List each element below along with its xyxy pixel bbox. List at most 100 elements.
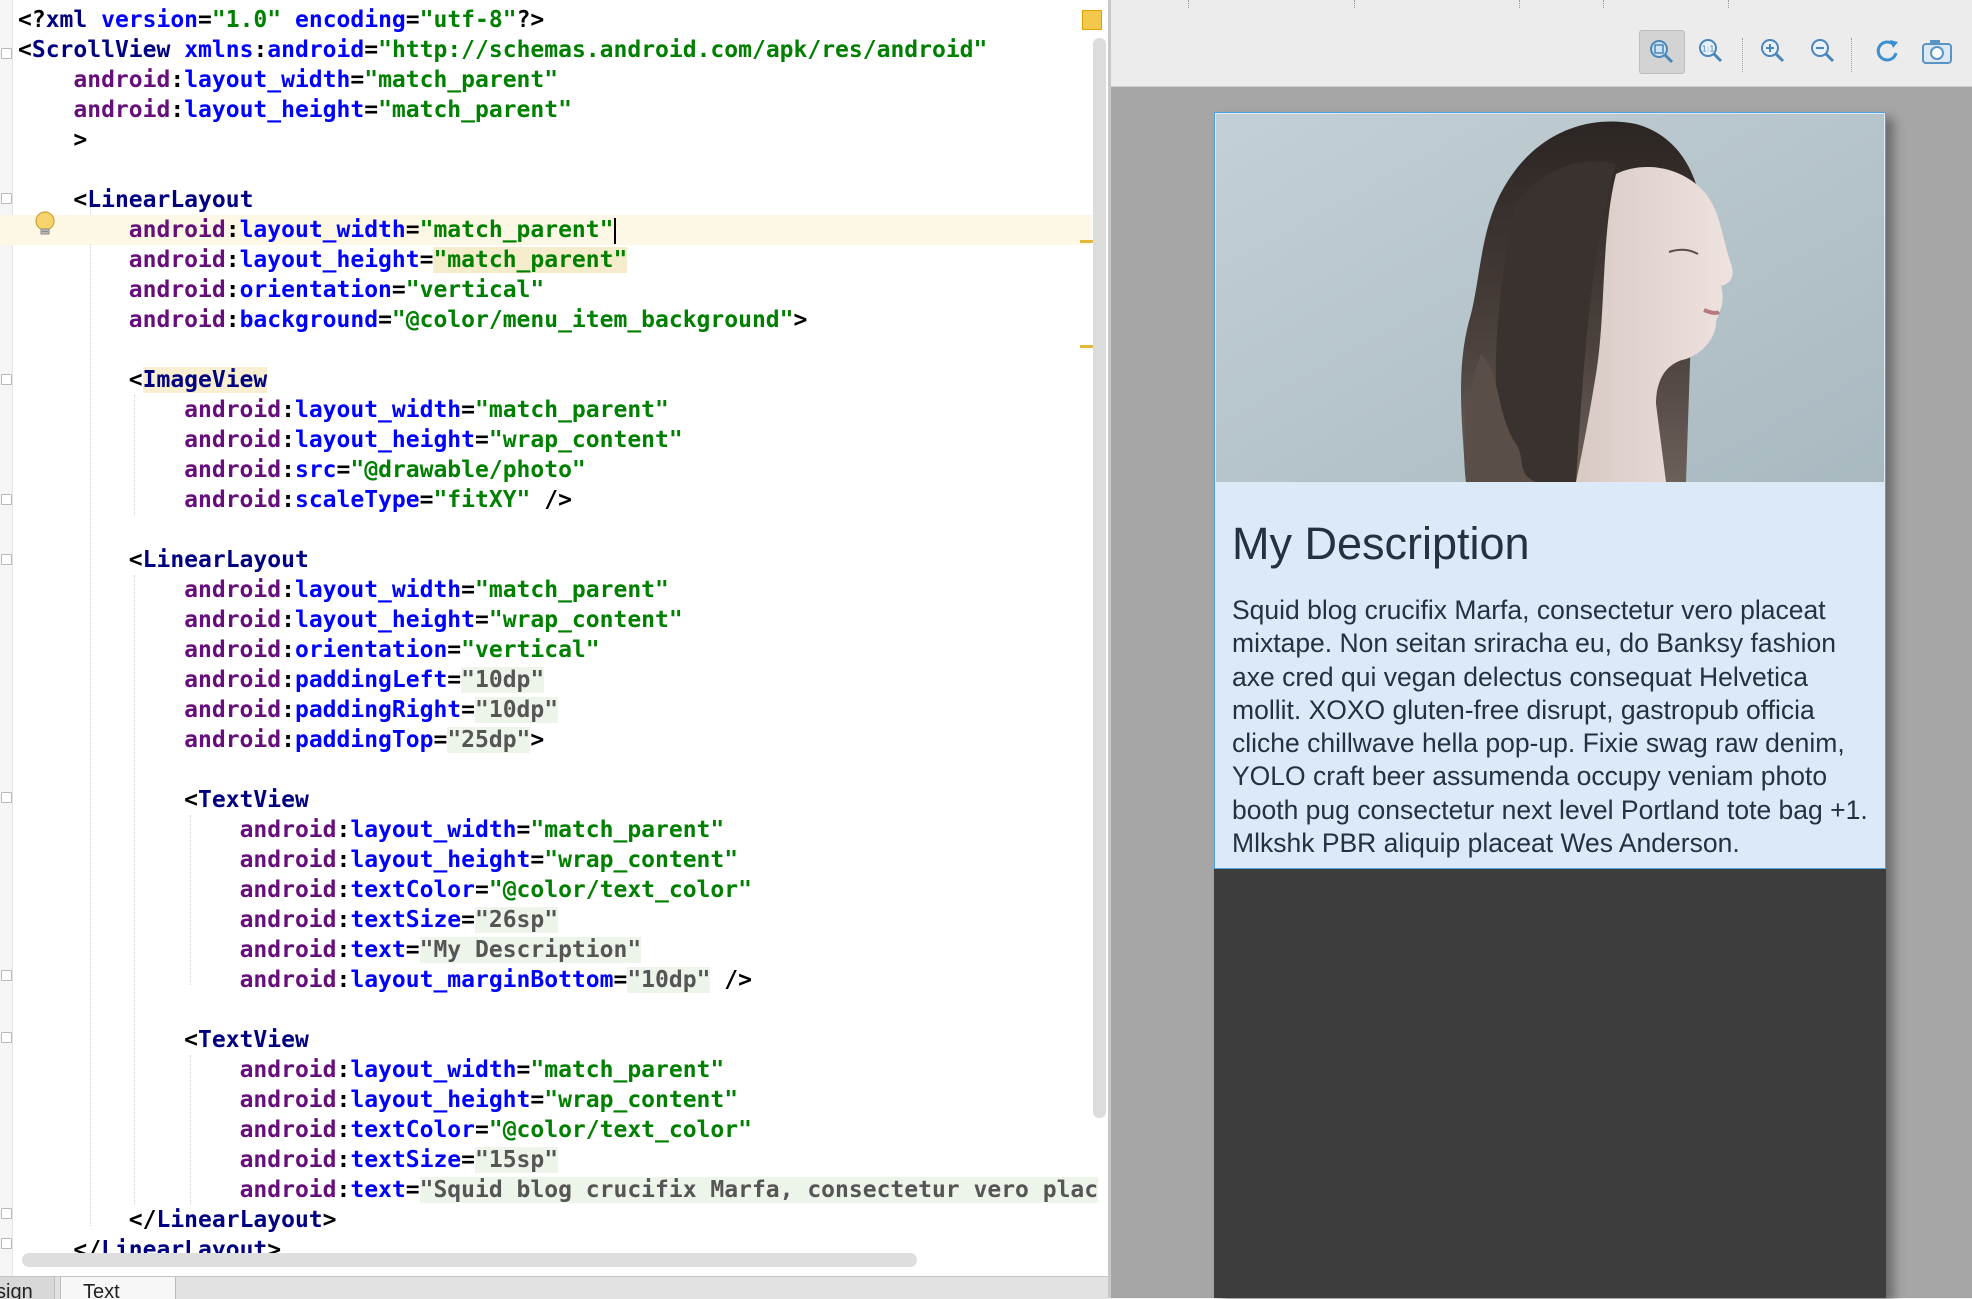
image-view-photo[interactable] xyxy=(1216,114,1884,482)
description-body: Squid blog crucifix Marfa, consectetur v… xyxy=(1232,595,1868,859)
tab-design[interactable]: sign xyxy=(0,1277,55,1299)
refresh-button[interactable] xyxy=(1865,30,1909,72)
code-line[interactable]: <LinearLayout xyxy=(18,545,1092,575)
code-line[interactable]: android:background="@color/menu_item_bac… xyxy=(18,305,1092,335)
code-line[interactable]: android:text="Squid blog crucifix Marfa,… xyxy=(18,1175,1099,1205)
fold-marker[interactable] xyxy=(1,1208,12,1219)
code-line[interactable] xyxy=(18,995,1092,1025)
code-token: = xyxy=(447,637,462,663)
code-line[interactable]: </LinearLayout> xyxy=(18,1205,1092,1235)
code-token: layout_width xyxy=(294,577,462,603)
code-line[interactable]: android:textColor="@color/text_color" xyxy=(18,1115,1092,1145)
device-screen[interactable]: My Description Squid blog crucifix Marfa… xyxy=(1214,112,1886,1298)
code-line[interactable]: android:layout_width="match_parent" xyxy=(18,575,1092,605)
code-line[interactable] xyxy=(18,155,1092,185)
screenshot-icon xyxy=(1922,40,1952,64)
code-token: "10dp" xyxy=(461,667,545,693)
code-line[interactable]: android:paddingLeft="10dp" xyxy=(18,665,1092,695)
code-line[interactable]: <ImageView xyxy=(18,365,1092,395)
screenshot-button[interactable] xyxy=(1915,30,1959,72)
toolbar-grip xyxy=(1188,0,1189,8)
zoom-in-button[interactable] xyxy=(1751,30,1795,72)
xml-editor[interactable]: <?xml version="1.0" encoding="utf-8"?> <S… xyxy=(0,0,1108,1276)
fold-marker[interactable] xyxy=(1,48,12,59)
preview-canvas[interactable]: My Description Squid blog crucifix Marfa… xyxy=(1111,87,1972,1298)
code-token: > xyxy=(322,1207,337,1233)
code-line[interactable]: android:layout_marginBottom="10dp" /> xyxy=(18,965,1092,995)
code-line[interactable]: <TextView xyxy=(18,1025,1092,1055)
tab-text[interactable]: Text xyxy=(60,1277,176,1299)
zoom-out-button[interactable] xyxy=(1801,30,1845,72)
code-line[interactable]: android:layout_width="match_parent" xyxy=(18,65,1092,95)
code-line[interactable]: android:layout_height="match_parent" xyxy=(18,95,1092,125)
code-token: layout_width xyxy=(184,67,351,93)
code-token: "@color/text_color" xyxy=(488,1117,752,1143)
code-line[interactable]: android:layout_height="wrap_content" xyxy=(18,605,1092,635)
actual-size-button[interactable]: 1:1 xyxy=(1689,30,1733,72)
code-line[interactable] xyxy=(18,515,1092,545)
code-line[interactable]: <LinearLayout xyxy=(18,185,1092,215)
code-line[interactable]: android:orientation="vertical" xyxy=(18,635,1092,665)
code-token: < xyxy=(18,787,199,813)
code-line[interactable]: <ScrollView xmlns:android="http://schema… xyxy=(18,35,1092,65)
lightbulb-icon[interactable] xyxy=(34,211,56,237)
code-line[interactable]: > xyxy=(18,125,1092,155)
code-token: : xyxy=(281,397,295,423)
selected-linear-layout[interactable]: My Description Squid blog crucifix Marfa… xyxy=(1214,112,1886,869)
code-line[interactable]: android:textSize="26sp" xyxy=(18,905,1092,935)
code-line[interactable]: android:orientation="vertical" xyxy=(18,275,1092,305)
code-line[interactable]: android:scaleType="fitXY" /> xyxy=(18,485,1092,515)
code-token: "match_parent" xyxy=(364,67,559,93)
code-token: "wrap_content" xyxy=(488,427,683,453)
code-line[interactable]: android:layout_width="match_parent" xyxy=(18,395,1092,425)
code-line[interactable]: android:src="@drawable/photo" xyxy=(18,455,1092,485)
code-line[interactable]: android:layout_width="match_parent" xyxy=(18,1055,1092,1085)
fold-marker[interactable] xyxy=(1,792,12,803)
code-token: android xyxy=(267,37,365,63)
code-token: layout_height xyxy=(350,1087,531,1113)
code-line[interactable]: android:text="My Description" xyxy=(18,935,1092,965)
code-line[interactable]: android:layout_height="wrap_content" xyxy=(18,425,1092,455)
code-line[interactable]: android:textSize="15sp" xyxy=(18,1145,1092,1175)
code-line[interactable]: android:layout_height="wrap_content" xyxy=(18,1085,1092,1115)
code-line[interactable] xyxy=(18,335,1092,365)
horizontal-scrollbar[interactable] xyxy=(22,1253,917,1267)
fold-marker[interactable] xyxy=(1,494,12,505)
inspection-status-icon[interactable] xyxy=(1082,10,1102,30)
code-token: "@color/text_color" xyxy=(488,877,752,903)
fold-marker[interactable] xyxy=(1,970,12,981)
vertical-scrollbar[interactable] xyxy=(1093,38,1106,1118)
code-line[interactable] xyxy=(18,755,1092,785)
code-line[interactable]: android:paddingTop="25dp"> xyxy=(18,725,1092,755)
code-line[interactable]: <TextView xyxy=(18,785,1092,815)
code-line[interactable]: android:layout_height="wrap_content" xyxy=(18,845,1092,875)
code-token: paddingTop xyxy=(294,727,434,753)
fold-marker[interactable] xyxy=(1,193,12,204)
zoom-to-fit-button[interactable] xyxy=(1639,30,1685,74)
code-line[interactable]: android:layout_width="match_parent" xyxy=(0,215,1092,245)
code-line[interactable]: android:paddingRight="10dp" xyxy=(18,695,1092,725)
fold-marker[interactable] xyxy=(1,1032,12,1043)
fold-marker[interactable] xyxy=(1,374,12,385)
code-token: android xyxy=(239,1147,337,1173)
code-token: xmlns xyxy=(184,37,254,63)
fold-marker[interactable] xyxy=(1,554,12,565)
code-token: = xyxy=(474,427,489,453)
code-line[interactable]: android:textColor="@color/text_color" xyxy=(18,875,1092,905)
code-line[interactable]: android:layout_height="match_parent" xyxy=(18,245,1092,275)
code-token: : xyxy=(281,727,295,753)
code-line[interactable]: android:layout_width="match_parent" xyxy=(18,815,1092,845)
code-line[interactable]: <?xml version="1.0" encoding="utf-8"?> xyxy=(18,5,1092,35)
code-token: src xyxy=(294,457,337,483)
editor-gutter xyxy=(0,0,13,1276)
fold-marker[interactable] xyxy=(1,1238,12,1249)
code-area[interactable]: <?xml version="1.0" encoding="utf-8"?> <S… xyxy=(0,5,1099,1265)
layout-preview-pane: 1:1 My Description Squid blog crucifix M… xyxy=(1111,0,1972,1298)
